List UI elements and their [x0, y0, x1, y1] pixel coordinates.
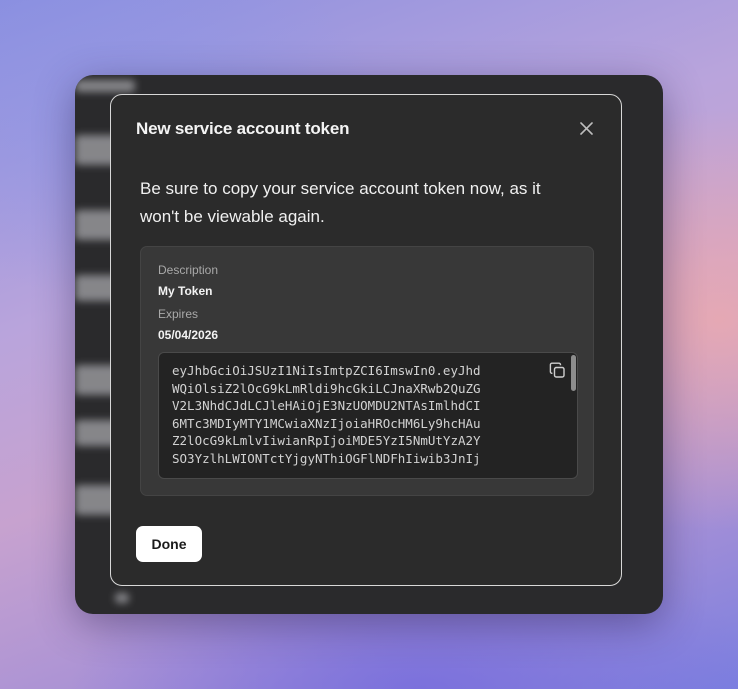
- blurred-sidebar-item: [75, 80, 135, 92]
- copy-warning-text: Be sure to copy your service account tok…: [140, 179, 541, 226]
- dialog-title: New service account token: [136, 119, 350, 138]
- description-value: My Token: [158, 284, 213, 298]
- description-label: Description: [158, 263, 219, 277]
- expires-label: Expires: [158, 307, 199, 321]
- token-line: WQiOlsiZ2lOcG9kLmRldi9hcGkiLCJnaXRwb2QuZ…: [172, 380, 481, 396]
- done-button[interactable]: Done: [136, 526, 202, 562]
- expires-value: 05/04/2026: [158, 328, 219, 342]
- token-line: Z2lOcG9kLmlvIiwianRpIjoiMDE5YzI5NmUtYzA2…: [172, 433, 481, 448]
- token-line: SO3YzlhLWIONTctYjgyNThiOGFlNDFhIiwib3JnI…: [172, 450, 481, 466]
- token-textarea[interactable]: eyJhbGciOiJSUzI1NiIsImtpZCI6ImswIn0.eyJh…: [158, 352, 578, 479]
- copy-token-button[interactable]: [549, 362, 567, 380]
- token-value[interactable]: eyJhbGciOiJSUzI1NiIsImtpZCI6ImswIn0.eyJh…: [172, 362, 522, 467]
- close-icon: [579, 121, 593, 135]
- token-dialog: New service account token Be sure to cop…: [110, 94, 622, 586]
- blurred-sidebar-item: [115, 593, 129, 603]
- token-details-card: Description My Token Expires 05/04/2026 …: [140, 246, 594, 496]
- token-scrollbar[interactable]: [571, 355, 576, 391]
- token-line: 6MTc3MDIyMTY1MCwiaXNzIjoiaHROcHM6Ly9hcHA…: [172, 415, 481, 431]
- token-line: eyJhbGciOiJSUzI1NiIsImtpZCI6ImswIn0.eyJh…: [172, 363, 481, 378]
- token-line: V2L3NhdCJdLCJleHAiOjE3NzUOMDU2NTAsImlhdC…: [172, 398, 481, 413]
- close-button[interactable]: [577, 119, 595, 137]
- copy-icon: [549, 362, 565, 378]
